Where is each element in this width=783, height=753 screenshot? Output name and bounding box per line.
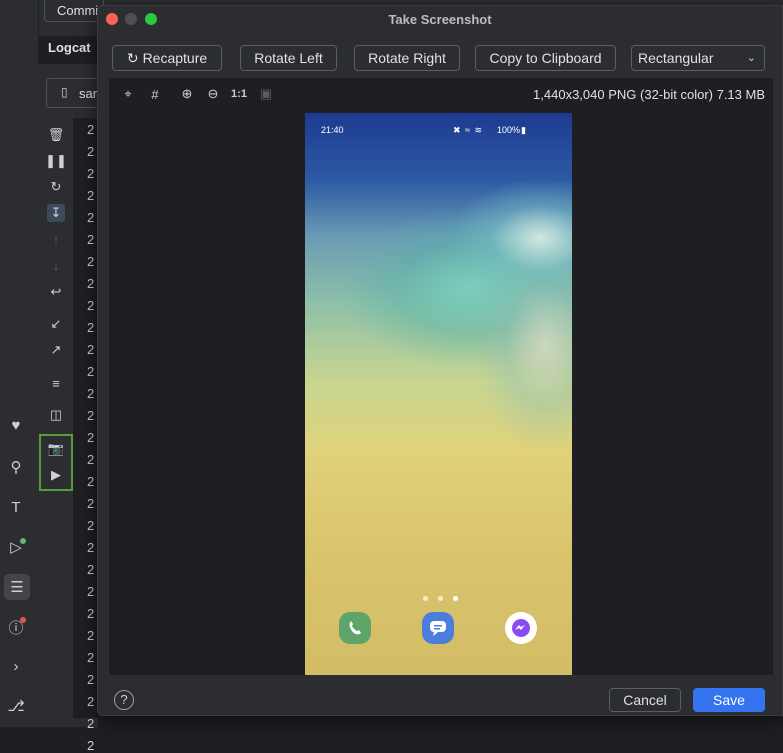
page-dot-active [453,596,458,601]
rotate-right-button[interactable]: Rotate Right [354,45,460,71]
page-dot [438,596,443,601]
ide-left-toolbar: ♥ ⚲ T ▷ ☰ ⓘ › ⎇ [0,0,39,727]
recapture-button[interactable]: ↻ Recapture [112,45,222,71]
import-icon[interactable]: ↙ [47,315,65,333]
log-line: 2 [87,188,95,203]
image-frame-icon[interactable]: ▣ [258,86,274,102]
pause-icon[interactable]: ❚❚ [45,152,67,170]
screenshot-dialog: Take Screenshot ↻ Recapture Rotate Left R… [97,5,783,716]
crop-mode-select[interactable]: Rectangular ⌄ [631,45,765,71]
soft-wrap-icon[interactable]: ↩ [47,283,65,301]
zoom-out-icon[interactable]: ⊖ [205,86,221,102]
log-line: 2 [87,166,95,181]
cancel-button[interactable]: Cancel [609,688,681,712]
git-icon[interactable]: ⎇ [5,695,27,717]
status-time: 21:40 [321,125,344,135]
export-icon[interactable]: ↗ [47,341,65,359]
log-line: 2 [87,606,95,621]
log-line: 2 [87,584,95,599]
clear-log-icon[interactable]: 🗑 [47,126,65,144]
format-settings-icon[interactable]: ≡ [47,374,65,392]
status-battery: 100% [497,125,521,135]
chevron-down-icon: ⌄ [746,52,756,64]
camera-icon[interactable]: 📷 [47,440,65,458]
help-button[interactable]: ? [114,690,134,710]
debug-icon[interactable]: ♥ [5,414,27,436]
down-arrow-icon[interactable]: ↓ [47,256,65,274]
scroll-to-end-icon[interactable]: ↧ [47,204,65,222]
rotate-left-button[interactable]: Rotate Left [240,45,337,71]
log-line: 2 [87,254,95,269]
search-icon[interactable]: ⚲ [5,456,27,478]
build-icon[interactable]: T [5,496,27,518]
log-line: 2 [87,672,95,687]
page-dot [423,596,428,601]
log-line: 2 [87,276,95,291]
page-indicator [423,588,468,606]
log-line: 2 [87,738,95,753]
log-line: 2 [87,694,95,709]
phone-device-icon: ▯ [61,85,68,99]
log-line: 2 [87,628,95,643]
fit-screen-icon[interactable]: ⌖ [120,86,136,102]
logcat-icon[interactable]: ☰ [4,574,30,600]
log-line: 2 [87,452,95,467]
copy-to-clipboard-button[interactable]: Copy to Clipboard [475,45,616,71]
log-line: 2 [87,210,95,225]
status-icons: ✖ ≈ ≋ [453,125,484,135]
run-status-dot [20,538,26,544]
log-line: 2 [87,364,95,379]
log-line: 2 [87,496,95,511]
log-line: 2 [87,650,95,665]
dialog-titlebar: Take Screenshot [98,6,782,32]
messages-app-icon [422,612,454,644]
log-line: 2 [87,562,95,577]
commit-tab[interactable]: Commit [44,0,104,22]
log-line: 2 [87,518,95,533]
log-line: 2 [87,144,95,159]
restart-icon[interactable]: ↻ [47,178,65,196]
log-line: 2 [87,232,95,247]
phone-app-icon [339,612,371,644]
zoom-in-icon[interactable]: ⊕ [179,86,195,102]
log-line: 2 [87,320,95,335]
image-info: 1,440x3,040 PNG (32-bit color) 7.13 MB [533,87,765,102]
up-arrow-icon[interactable]: ↑ [47,230,65,248]
log-line: 2 [87,540,95,555]
crop-mode-value: Rectangular [638,50,714,66]
log-line: 2 [87,122,95,137]
log-line: 2 [87,474,95,489]
video-icon[interactable]: ▶ [47,466,65,484]
messenger-app-icon [505,612,537,644]
crop-icon[interactable]: # [147,86,163,102]
problems-status-dot [20,617,26,623]
terminal-icon[interactable]: › [5,655,27,677]
save-button[interactable]: Save [693,688,765,712]
log-line: 2 [87,342,95,357]
log-line: 2 [87,430,95,445]
split-panels-icon[interactable]: ◫ [47,406,65,424]
logcat-title: Logcat [48,40,91,55]
log-line: 2 [87,716,95,731]
log-line: 2 [87,386,95,401]
device-label: sar [79,86,98,101]
recapture-icon: ↻ [126,50,139,66]
log-line: 2 [87,298,95,313]
recapture-label: Recapture [142,50,208,66]
phone-screenshot: 21:40 ✖ ≈ ≋ 100% ▮ [305,113,572,675]
actual-size-button[interactable]: 1:1 [231,86,247,102]
dialog-title: Take Screenshot [388,12,492,27]
log-line: 2 [87,408,95,423]
battery-icon: ▮ [521,125,526,135]
